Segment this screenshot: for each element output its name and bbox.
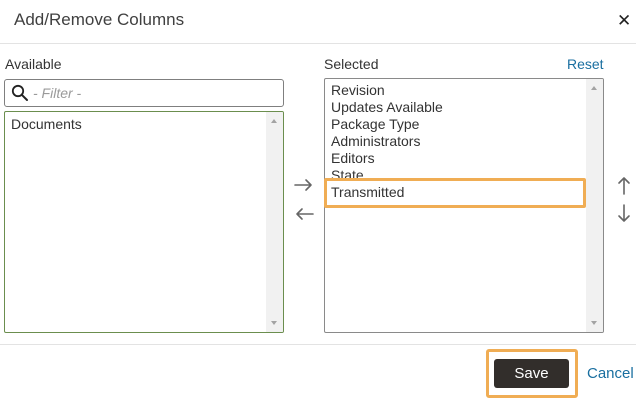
selected-scrollbar[interactable] [586, 79, 603, 332]
reset-link[interactable]: Reset [567, 56, 604, 72]
scroll-up-icon[interactable] [591, 86, 597, 90]
selected-label: Selected [324, 56, 379, 72]
selected-item-administrators[interactable]: Administrators [331, 133, 585, 150]
arrow-left-icon[interactable] [293, 203, 315, 225]
filter-input[interactable] [33, 83, 277, 103]
arrow-up-icon[interactable] [613, 174, 635, 196]
selected-item-editors[interactable]: Editors [331, 150, 585, 167]
header-divider [0, 43, 636, 44]
close-icon[interactable]: ✕ [617, 12, 631, 30]
filter-field[interactable] [4, 79, 284, 107]
add-remove-columns-dialog: Add/Remove Columns ✕ Available Selected … [0, 0, 636, 402]
arrow-down-icon[interactable] [613, 203, 635, 225]
selected-item-revision[interactable]: Revision [331, 82, 585, 99]
search-icon [11, 84, 28, 101]
selected-item-package-type[interactable]: Package Type [331, 116, 585, 133]
selected-item-updates-available[interactable]: Updates Available [331, 99, 585, 116]
cancel-link[interactable]: Cancel [587, 365, 634, 382]
footer-divider [0, 344, 636, 345]
available-label: Available [5, 56, 62, 72]
scroll-down-icon[interactable] [591, 321, 597, 325]
save-button[interactable]: Save [494, 359, 569, 388]
available-scrollbar[interactable] [266, 112, 283, 332]
selected-item-transmitted[interactable]: Transmitted [331, 184, 585, 201]
dialog-title: Add/Remove Columns [14, 10, 185, 29]
scroll-up-icon[interactable] [271, 119, 277, 123]
scroll-down-icon[interactable] [271, 321, 277, 325]
available-list[interactable]: Documents [4, 111, 284, 333]
selected-list[interactable]: Revision Updates Available Package Type … [324, 78, 604, 333]
arrow-right-icon[interactable] [293, 174, 315, 196]
available-item-documents[interactable]: Documents [11, 116, 265, 133]
selected-item-state[interactable]: State [331, 167, 585, 184]
